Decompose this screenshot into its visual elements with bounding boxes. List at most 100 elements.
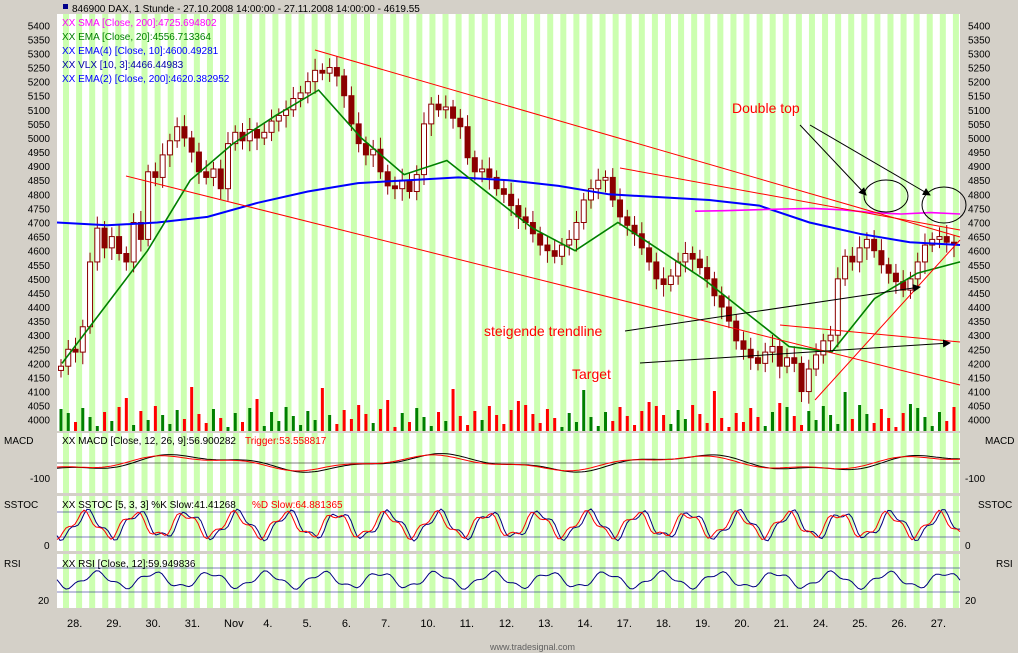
y-tick-label: 4200 [968, 359, 991, 370]
volume-bar [785, 407, 789, 431]
candle-body [827, 334, 834, 342]
stripe [861, 496, 868, 551]
volume-bar [175, 410, 179, 431]
y-tick-label: 4750 [968, 204, 991, 215]
stripe [442, 14, 449, 431]
macd-tick-left: -100 [30, 474, 50, 485]
x-tick-label: 31. [185, 618, 200, 630]
y-tick-label: 5150 [968, 92, 991, 103]
stripe [939, 496, 946, 551]
y-axis-left: 4000 4050 4100 4150 4200 4250 4300 4350 4400 4450… [28, 21, 51, 426]
stripe [952, 554, 959, 608]
volume-bar [378, 409, 382, 431]
stripe [730, 14, 737, 431]
y-tick-label: 5050 [968, 120, 991, 131]
volume-bar [415, 408, 419, 431]
stripe [507, 496, 514, 551]
volume-bar [618, 407, 622, 431]
stripe [534, 554, 541, 608]
stripe [665, 14, 671, 431]
stripe [233, 554, 240, 608]
legend-ema10: XX EMA(4) [Close, 10]:4600.49281 [62, 46, 219, 57]
y-tick-label: 5300 [28, 49, 51, 60]
volume-bar [800, 425, 804, 431]
candle-body [762, 351, 769, 364]
stripe [442, 554, 449, 608]
sstoc-tick-right: 0 [965, 541, 971, 552]
stripe [350, 14, 357, 431]
y-tick-label: 4950 [28, 148, 51, 159]
stripe [481, 14, 488, 431]
stripe [926, 14, 933, 431]
volume-bar [640, 411, 644, 431]
x-tick-label: 27. [931, 618, 946, 630]
candle-body [174, 126, 181, 142]
stripe [717, 14, 724, 431]
stripe [795, 554, 802, 608]
stripe [730, 496, 737, 551]
stripe [560, 496, 567, 551]
volume-bar [393, 427, 397, 431]
stripe [952, 496, 959, 551]
x-tick-label: 29. [106, 618, 121, 630]
candle-body [217, 168, 224, 190]
candle-body [319, 69, 326, 74]
candle-body [617, 199, 624, 218]
candle-body [595, 179, 602, 190]
stripe [377, 554, 384, 608]
stripe [259, 14, 266, 431]
candle-body [500, 188, 507, 195]
candle-body [159, 154, 166, 178]
candle-body [660, 278, 667, 285]
volume-bar [451, 389, 455, 431]
candle-body [362, 143, 369, 156]
y-tick-label: 4450 [28, 289, 51, 300]
y-tick-label: 4800 [28, 190, 51, 201]
volume-bar [277, 421, 281, 431]
y-tick-label: 4800 [968, 190, 991, 201]
stripe [835, 554, 842, 608]
y-tick-label: 4100 [968, 388, 991, 399]
volume-bar [887, 418, 891, 431]
volume-bar [945, 421, 949, 431]
stripe [560, 14, 567, 431]
y-tick-label: 4500 [28, 275, 51, 286]
candle-body [471, 157, 478, 173]
stripe [939, 554, 946, 608]
volume-bar [741, 422, 745, 431]
candle-body [921, 244, 928, 263]
stripe [887, 496, 894, 551]
volume-bar [88, 417, 92, 431]
candle-body [580, 199, 587, 223]
volume-bar [727, 427, 731, 431]
candle-body [333, 67, 340, 77]
volume-bar [95, 426, 99, 431]
candle-body [791, 357, 798, 364]
x-tick-label: 11. [460, 618, 474, 630]
y-tick-label: 5350 [28, 35, 51, 46]
candle-body [486, 168, 493, 178]
annotation-trendline: steigende trendline [484, 323, 603, 339]
stripe [625, 554, 632, 608]
volume-bar [894, 427, 898, 431]
volume-bar [124, 398, 128, 431]
volume-bar [335, 424, 339, 431]
stripe [795, 496, 802, 551]
volume-bar [306, 411, 310, 431]
stripe [416, 496, 423, 551]
stripe [272, 554, 279, 608]
y-tick-label: 4350 [968, 317, 991, 328]
volume-bar [836, 424, 840, 431]
volume-bar [778, 403, 782, 431]
candle-body [450, 106, 457, 119]
volume-bar [669, 424, 673, 431]
stripe [704, 554, 711, 608]
y-tick-label: 4550 [28, 261, 51, 272]
volume-bar [611, 421, 615, 431]
volume-bar [168, 424, 172, 431]
legend-sma200: XX SMA [Close, 200]:4725.694802 [62, 18, 217, 29]
candle-body [667, 275, 674, 285]
stripe [665, 554, 671, 608]
stripe [782, 496, 789, 551]
volume-bar [103, 412, 107, 431]
